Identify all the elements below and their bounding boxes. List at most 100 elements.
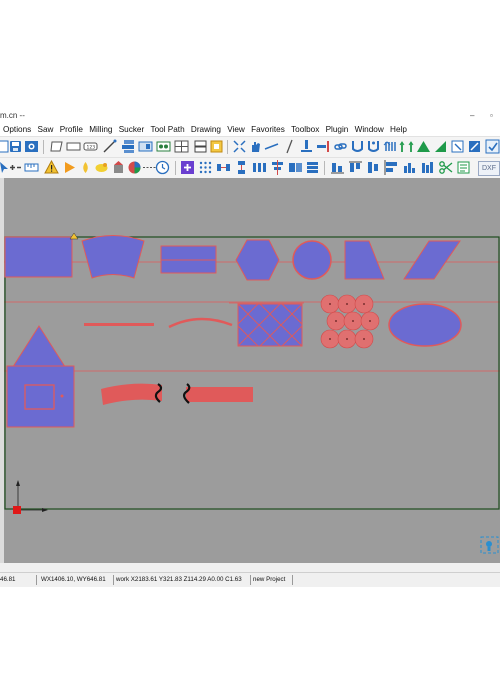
- hexagon-part[interactable]: [235, 239, 280, 281]
- frame-with-cutout-part[interactable]: [6, 365, 75, 428]
- canvas-svg: [4, 232, 500, 554]
- tool-settings-icon[interactable]: [467, 139, 482, 154]
- status-work-coords: work X2183.61 Y321.83 Z114.29 A0.00 C1.6…: [116, 576, 242, 583]
- align-top-icon[interactable]: [348, 160, 363, 175]
- ruler-icon[interactable]: [24, 160, 39, 175]
- menu-drawing[interactable]: Drawing: [191, 123, 221, 136]
- select-arrow-icon[interactable]: [450, 139, 465, 154]
- menu-sucker[interactable]: Sucker: [119, 123, 144, 136]
- circle-part[interactable]: [292, 240, 332, 280]
- arc-trapezoid-part[interactable]: [81, 235, 145, 279]
- cad-application-window: m.cn -- – ▫ Options Saw Profile Milling …: [0, 109, 500, 587]
- color-wheel-icon[interactable]: [127, 160, 142, 175]
- distribute-v-icon[interactable]: [234, 160, 249, 175]
- curved-strip-part[interactable]: [101, 383, 162, 405]
- menu-tool-path[interactable]: Tool Path: [150, 123, 184, 136]
- play-icon[interactable]: [62, 160, 77, 175]
- line-tool-icon[interactable]: [102, 139, 117, 154]
- menu-window[interactable]: Window: [355, 123, 384, 136]
- toolbar-separator: [175, 161, 176, 175]
- grid-tool-icon[interactable]: [174, 139, 189, 154]
- layer-stack-icon[interactable]: [121, 139, 136, 154]
- menu-profile[interactable]: Profile: [60, 123, 83, 136]
- triangle-up-icon[interactable]: [416, 139, 431, 154]
- clock-icon[interactable]: [155, 160, 170, 175]
- same-size-icon[interactable]: [288, 160, 303, 175]
- status-divider: [36, 575, 37, 585]
- menu-plugin[interactable]: Plugin: [326, 123, 349, 136]
- ellipse-part[interactable]: [388, 303, 462, 347]
- space-even-icon[interactable]: [252, 160, 267, 175]
- save-icon[interactable]: [8, 139, 23, 154]
- toolbar-drawing: 123: [0, 136, 500, 158]
- slash-tool-icon[interactable]: [282, 139, 297, 154]
- menu-saw[interactable]: Saw: [38, 123, 54, 136]
- dxf-import-button[interactable]: DXF: [478, 161, 500, 176]
- vertical-offset-icon[interactable]: [299, 139, 314, 154]
- mirror-icon[interactable]: [383, 139, 398, 154]
- status-project-name: new Project: [253, 576, 286, 583]
- panel-tool-icon[interactable]: [138, 139, 153, 154]
- crosshatch-part[interactable]: [237, 303, 303, 347]
- align-center-icon[interactable]: [270, 160, 285, 175]
- straight-strip-part[interactable]: [186, 387, 253, 402]
- shrink-icon[interactable]: [232, 139, 247, 154]
- link-icon[interactable]: [333, 139, 348, 154]
- line-strip-part[interactable]: [84, 323, 154, 326]
- align-left-icon[interactable]: [384, 160, 399, 175]
- align-middle-icon[interactable]: [366, 160, 381, 175]
- rounded-rectangle-icon[interactable]: 123: [83, 139, 98, 154]
- svg-text:123: 123: [87, 145, 96, 151]
- hand-pan-icon[interactable]: [248, 139, 263, 154]
- toolbar-separator: [324, 161, 325, 175]
- measure-line-icon[interactable]: [264, 139, 279, 154]
- distribute-h-icon[interactable]: [216, 160, 231, 175]
- u-shape-reverse-icon[interactable]: [366, 139, 381, 154]
- right-trapezoid-part[interactable]: [344, 240, 385, 280]
- toolbar-tools: DXF: [0, 157, 500, 179]
- menu-milling[interactable]: Milling: [89, 123, 112, 136]
- restore-button[interactable]: ▫: [490, 109, 493, 123]
- dot-grid-icon[interactable]: [198, 160, 213, 175]
- drawing-canvas[interactable]: [4, 178, 500, 563]
- polygon-tool-icon[interactable]: [49, 139, 64, 154]
- paint-bucket-icon[interactable]: [111, 160, 126, 175]
- horizontal-offset-icon[interactable]: [316, 139, 331, 154]
- menu-help[interactable]: Help: [390, 123, 407, 136]
- window-title: m.cn --: [0, 111, 25, 120]
- menu-options[interactable]: Options: [3, 123, 31, 136]
- camera-icon[interactable]: [24, 139, 39, 154]
- rectangle-tool-icon[interactable]: [66, 139, 81, 154]
- triangle-right-icon[interactable]: [433, 139, 448, 154]
- confirm-check-icon[interactable]: [485, 139, 500, 154]
- stack-tool-icon[interactable]: [305, 160, 320, 175]
- plus-minus-icon[interactable]: [8, 160, 23, 175]
- status-divider: [113, 575, 114, 585]
- scissors-icon[interactable]: [438, 160, 453, 175]
- align-bottom-icon[interactable]: [330, 160, 345, 175]
- warning-icon[interactable]: [44, 160, 59, 175]
- drill-point: [60, 394, 64, 398]
- parallelogram-part[interactable]: [403, 240, 461, 280]
- warning-marker-icon: [69, 232, 79, 240]
- drop-tool-icon[interactable]: [78, 160, 93, 175]
- toolbar-separator: [43, 140, 44, 154]
- align-arrows-icon[interactable]: [399, 139, 414, 154]
- cut-list-icon[interactable]: [456, 160, 471, 175]
- rectangle-part[interactable]: [4, 236, 73, 278]
- menu-toolbox[interactable]: Toolbox: [291, 123, 319, 136]
- split-panel-icon[interactable]: [193, 139, 208, 154]
- navigation-widget-icon[interactable]: [480, 536, 499, 554]
- menu-view[interactable]: View: [227, 123, 245, 136]
- status-cursor-coords: WX1406.10, WY646.81: [41, 576, 106, 583]
- highlight-tool-icon[interactable]: [94, 160, 109, 175]
- u-shape-icon[interactable]: [350, 139, 365, 154]
- array-tool-icon[interactable]: [156, 139, 171, 154]
- arc-strip-part[interactable]: [168, 317, 233, 329]
- minimize-button[interactable]: –: [470, 109, 474, 123]
- bar-chart-icon[interactable]: [402, 160, 417, 175]
- align-tool-icon[interactable]: [209, 139, 224, 154]
- add-item-icon[interactable]: [180, 160, 195, 175]
- bars-tool-icon[interactable]: [420, 160, 435, 175]
- menu-favorites[interactable]: Favorites: [251, 123, 285, 136]
